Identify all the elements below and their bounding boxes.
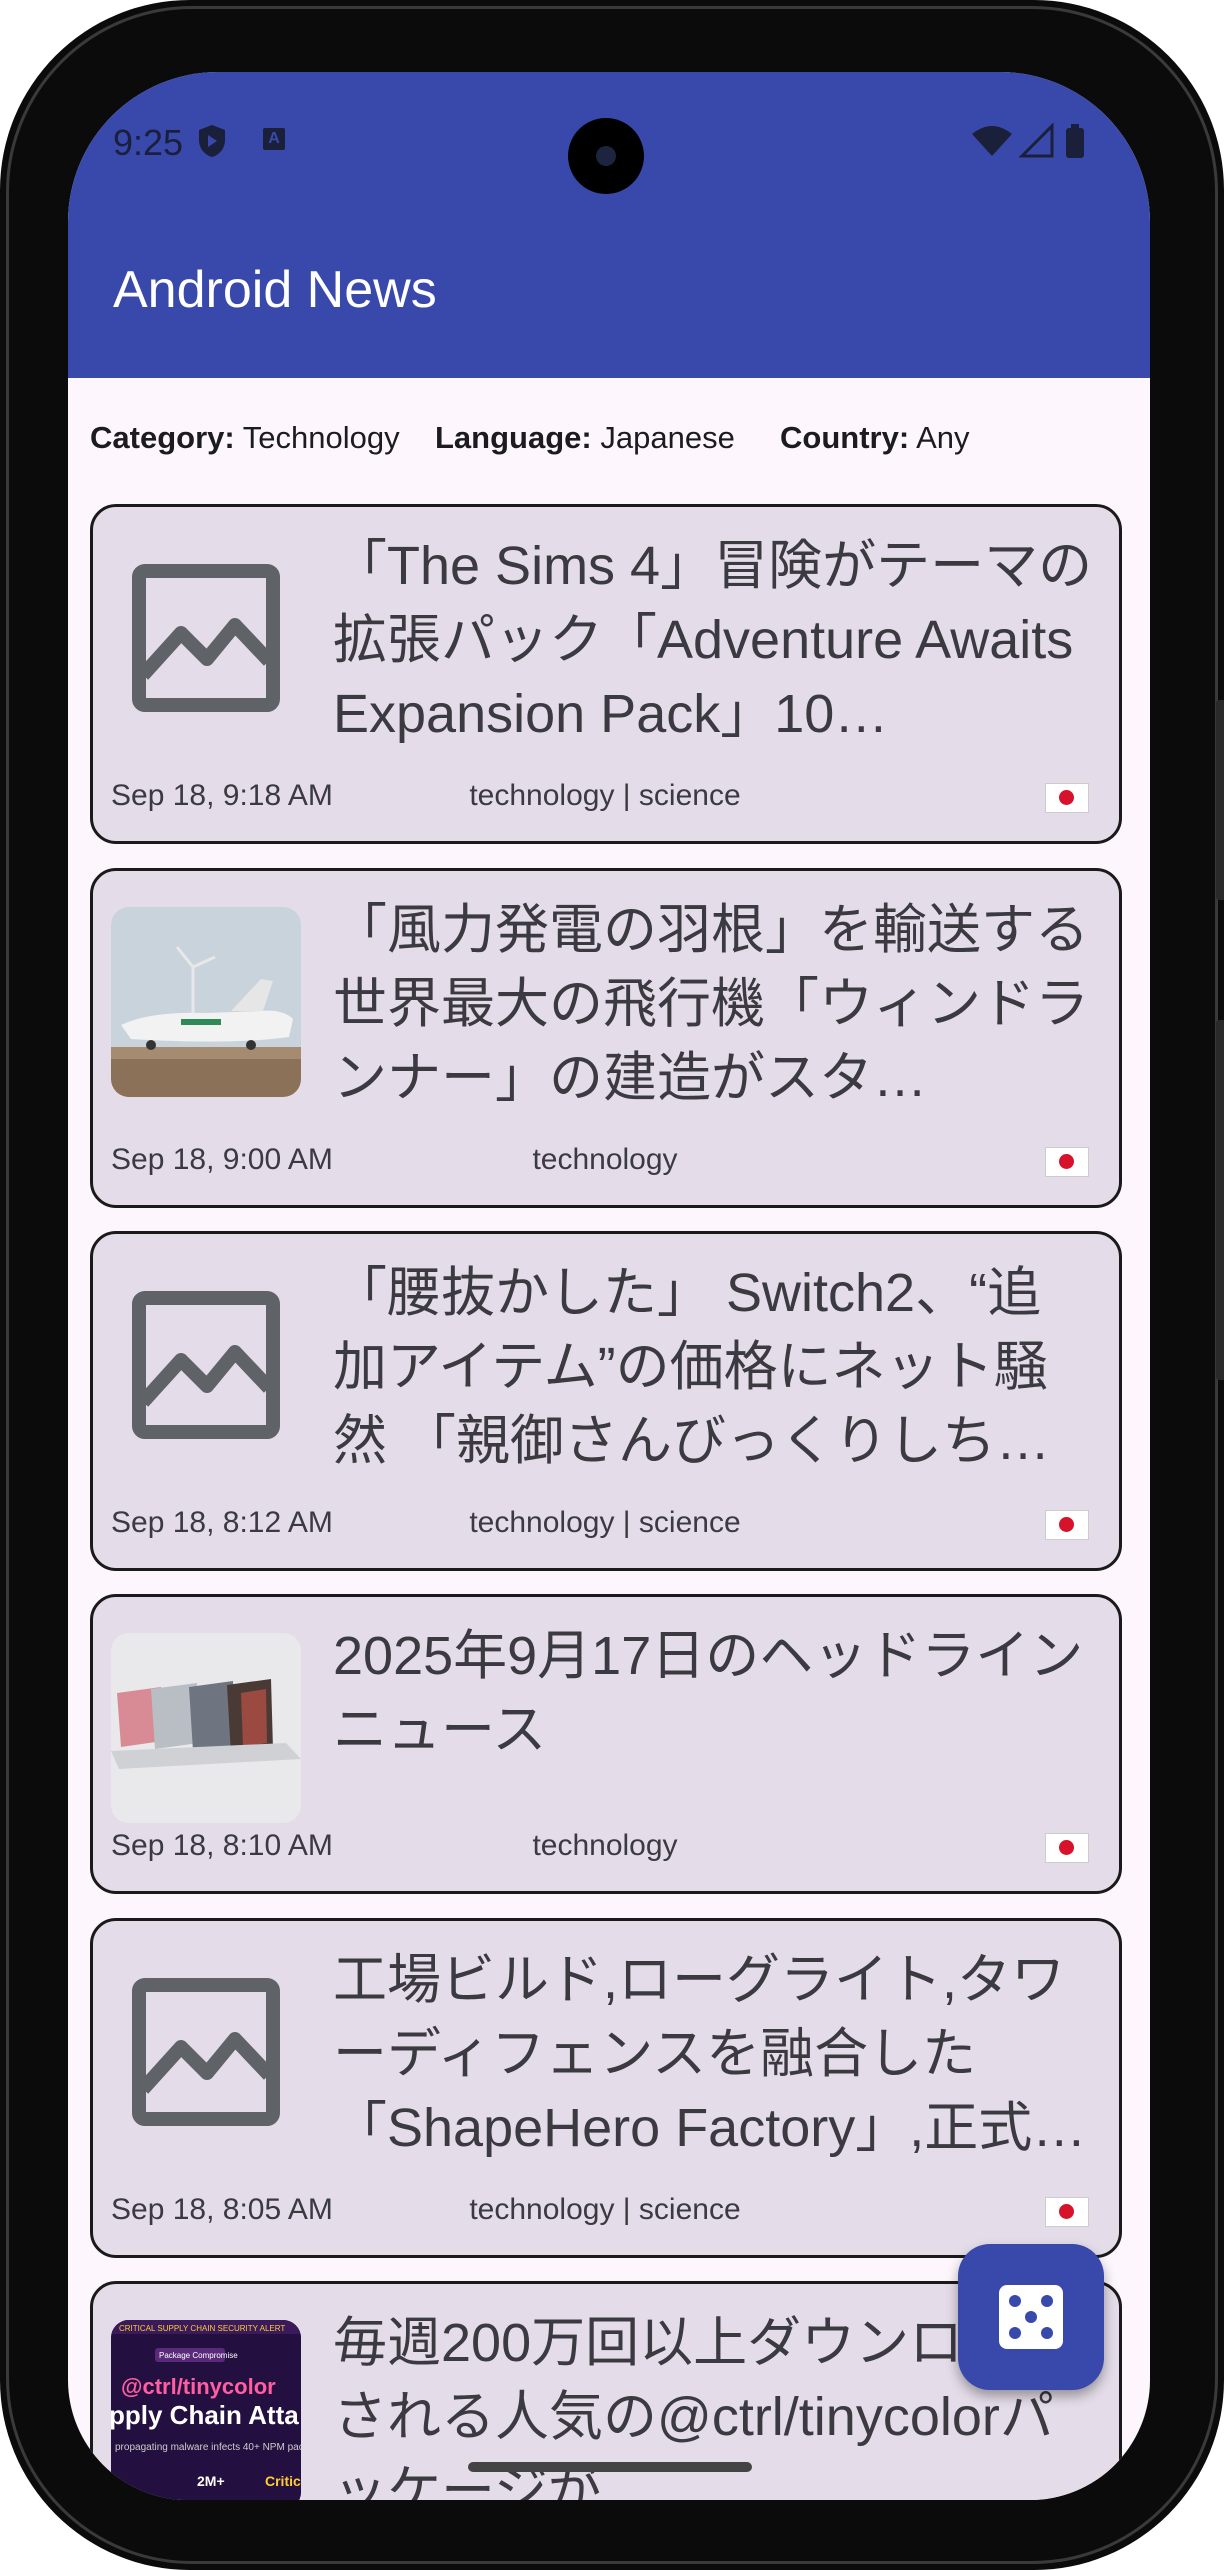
volume-button <box>1216 700 1224 900</box>
tinycolor-image: CRITICAL SUPPLY CHAIN SECURITY ALERT Pac… <box>111 2320 301 2500</box>
screen: 9:25 A Android News Category: Technology… <box>68 72 1150 2500</box>
article-title: 「腰抜かした」 Switch2、“追加アイテム”の価格にネット騒然 「親御さんび… <box>333 1263 1051 1471</box>
broken-image-icon <box>111 1957 301 2147</box>
article-title: 2025年9月17日のヘッドラインニュース <box>333 1626 1084 1760</box>
country-filter[interactable]: Country: Any <box>780 420 969 456</box>
language-label: Language: <box>435 420 592 455</box>
battery-icon <box>1066 128 1084 158</box>
article-card[interactable]: 2025年9月17日のヘッドラインニュース Sep 18, 8:10 AM te… <box>90 1594 1122 1894</box>
country-label: Country: <box>780 420 910 455</box>
article-title: 「風力発電の羽根」を輸送する世界最大の飛行機「ウィンドランナー」の建造がスタ… <box>333 900 1089 1108</box>
category-filter[interactable]: Category: Technology <box>90 420 400 456</box>
japan-flag-icon <box>1045 1147 1089 1177</box>
signal-icon <box>1018 122 1054 158</box>
article-meta: Sep 18, 8:05 AM technology | science <box>111 2193 1099 2233</box>
image-package-text: @ctrl/tinycolor <box>121 2374 276 2399</box>
image-headline-text: pply Chain Atta <box>111 2400 299 2430</box>
article-card[interactable]: 「The Sims 4」冒険がテーマの拡張パック「Adventure Await… <box>90 504 1122 844</box>
article-title: 工場ビルド,ローグライト,タワーディフェンスを融合した「ShapeHero Fa… <box>333 1950 1087 2158</box>
language-value: Japanese <box>600 420 735 455</box>
accessibility-icon: A <box>263 128 285 150</box>
airplane-image <box>111 907 301 1097</box>
article-meta: Sep 18, 9:18 AM technology | science <box>111 779 1099 819</box>
laptops-image <box>111 1633 301 1823</box>
image-badge-text: Package Compromise <box>159 2351 238 2360</box>
article-card[interactable]: 工場ビルド,ローグライト,タワーディフェンスを融合した「ShapeHero Fa… <box>90 1918 1122 2258</box>
article-title: 「The Sims 4」冒険がテーマの拡張パック「Adventure Await… <box>333 536 1093 744</box>
front-camera <box>568 118 644 194</box>
article-categories: technology <box>532 1829 678 1862</box>
country-value: Any <box>916 420 970 455</box>
article-categories: technology | science <box>469 779 741 812</box>
app-bar: 9:25 A Android News <box>68 72 1150 378</box>
language-filter[interactable]: Language: Japanese <box>435 420 735 456</box>
category-value: Technology <box>242 420 400 455</box>
page-title: Android News <box>113 261 437 319</box>
article-meta: Sep 18, 8:12 AM technology | science <box>111 1506 1099 1546</box>
image-sub-text: propagating malware infects 40+ NPM pac <box>115 2442 301 2453</box>
image-stat-text: 2M+ <box>197 2473 225 2489</box>
japan-flag-icon <box>1045 2197 1089 2227</box>
power-button <box>1216 1020 1224 1380</box>
broken-image-icon <box>111 1270 301 1460</box>
gesture-bar[interactable] <box>468 2462 752 2472</box>
random-dice-button[interactable] <box>958 2244 1104 2390</box>
system-status-icons <box>972 122 1084 158</box>
japan-flag-icon <box>1045 783 1089 813</box>
image-alert-text: CRITICAL SUPPLY CHAIN SECURITY ALERT <box>119 2324 285 2333</box>
image-stat2-text: Critic <box>265 2473 301 2489</box>
article-categories: technology | science <box>469 2193 741 2226</box>
status-time: 9:25 <box>113 122 184 163</box>
dice-icon <box>999 2285 1063 2349</box>
japan-flag-icon <box>1045 1510 1089 1540</box>
shield-icon <box>199 125 225 157</box>
broken-image-icon <box>111 543 301 733</box>
category-label: Category: <box>90 420 235 455</box>
phone-frame: 9:25 A Android News Category: Technology… <box>0 0 1224 2570</box>
article-categories: technology | science <box>469 1506 741 1539</box>
article-categories: technology <box>532 1143 678 1176</box>
article-card[interactable]: 「腰抜かした」 Switch2、“追加アイテム”の価格にネット騒然 「親御さんび… <box>90 1231 1122 1571</box>
article-meta: Sep 18, 9:00 AM technology <box>111 1143 1099 1183</box>
wifi-icon <box>972 126 1012 156</box>
article-meta: Sep 18, 8:10 AM technology <box>111 1829 1099 1869</box>
article-card[interactable]: 「風力発電の羽根」を輸送する世界最大の飛行機「ウィンドランナー」の建造がスタ… … <box>90 868 1122 1208</box>
japan-flag-icon <box>1045 1833 1089 1863</box>
